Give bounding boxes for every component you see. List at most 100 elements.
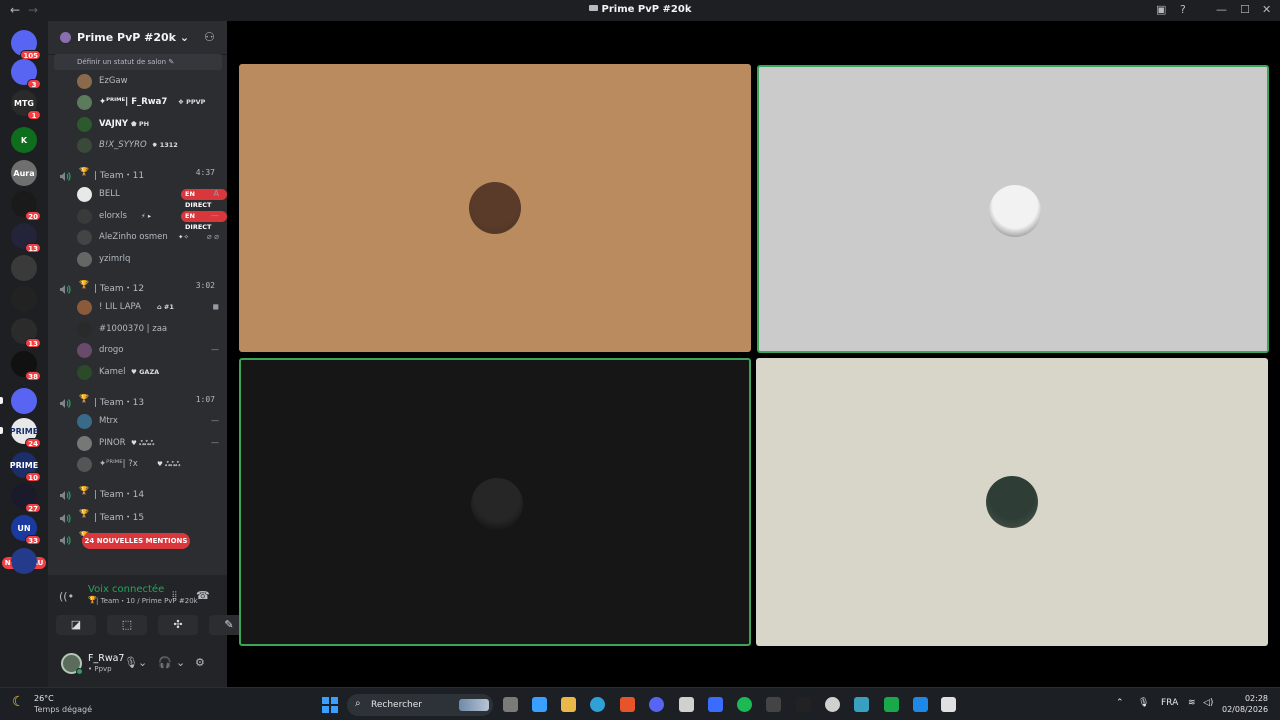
- member-row[interactable]: BELL EN DIRECT A: [77, 186, 227, 209]
- wifi-icon[interactable]: ≋: [1188, 698, 1196, 708]
- voice-channel[interactable]: 🏆 | Team・12 3:02: [48, 277, 227, 295]
- edge-icon[interactable]: [590, 697, 605, 712]
- app-icon[interactable]: [854, 697, 869, 712]
- voice-location[interactable]: 🏆 | Team・10 / Prime PvP #20k: [88, 596, 198, 606]
- channel-timer: 1:07: [195, 395, 215, 404]
- server-icon[interactable]: MTG 1: [11, 90, 41, 120]
- voice-channel[interactable]: 🏆 | Team・15: [48, 506, 227, 524]
- disconnect-icon[interactable]: ☎: [196, 589, 210, 602]
- inbox-icon[interactable]: ▣: [1156, 3, 1166, 16]
- app-icon[interactable]: [941, 697, 956, 712]
- discord-icon[interactable]: [649, 697, 664, 712]
- spotify-icon[interactable]: [737, 697, 752, 712]
- server-icon[interactable]: 13: [11, 318, 41, 348]
- gear-icon[interactable]: ⚙: [195, 656, 205, 669]
- participant-tile[interactable]: [239, 64, 751, 352]
- member-row[interactable]: ✦ᴾᴿᴵᴹᴱ| F_Rwa7 ❖ PPVP: [77, 94, 227, 112]
- member-name: Kamel: [99, 366, 126, 377]
- unread-badge: 24: [25, 438, 41, 448]
- server-icon[interactable]: [11, 548, 37, 574]
- member-name: ! LIL LAPA: [99, 302, 141, 312]
- volume-icon[interactable]: ◁): [1203, 698, 1213, 708]
- member-row[interactable]: drogo —: [77, 342, 227, 360]
- member-tag: ⚡ ▸: [141, 211, 152, 220]
- file-explorer-icon[interactable]: [561, 697, 576, 712]
- noise-suppression-icon[interactable]: ⦙⦙: [172, 589, 177, 603]
- invite-icon[interactable]: ⚇: [204, 30, 215, 44]
- chevron-down-icon[interactable]: ⌄: [138, 656, 147, 669]
- server-icon[interactable]: PRIME 24: [0, 418, 41, 448]
- server-icon[interactable]: 27: [11, 483, 41, 513]
- headphones-icon[interactable]: 🎧: [158, 656, 172, 669]
- server-icon[interactable]: [11, 286, 37, 312]
- clock-time[interactable]: 02:28: [1222, 694, 1268, 703]
- new-mentions-badge[interactable]: 24 NOUVELLES MENTIONS: [82, 533, 190, 549]
- app-icon[interactable]: [884, 697, 899, 712]
- member-row[interactable]: EzGaw: [77, 73, 227, 91]
- status-icons: —: [211, 437, 219, 447]
- signal-icon[interactable]: ((•: [59, 590, 74, 603]
- clock-date[interactable]: 02/08/2026: [1222, 705, 1268, 714]
- help-icon[interactable]: ?: [1180, 3, 1186, 16]
- member-row[interactable]: ✦ᴾᴿᴵᴹᴱ| ?x ♥ ஃஃஃ: [77, 456, 227, 474]
- participant-tile[interactable]: [756, 358, 1268, 646]
- start-button[interactable]: [322, 697, 338, 713]
- member-name: drogo: [99, 345, 124, 355]
- voice-channel[interactable]: 🏆 | Team・11 4:37: [48, 164, 227, 182]
- minimize-button[interactable]: —: [1216, 3, 1227, 16]
- avatar: [77, 300, 92, 315]
- member-row[interactable]: PINOR ♥ ஃஃஃ —: [77, 435, 227, 453]
- voice-connected-label[interactable]: Voix connectée: [88, 584, 164, 595]
- server-icon[interactable]: 105: [11, 30, 41, 60]
- avatar: [77, 435, 92, 451]
- server-icon[interactable]: [0, 388, 37, 414]
- server-icon[interactable]: 3: [11, 59, 41, 89]
- member-row[interactable]: B!X_SYYRO ✸ 1312: [77, 137, 227, 155]
- server-icon[interactable]: [11, 255, 37, 281]
- task-view-icon[interactable]: [503, 697, 518, 712]
- participant-tile[interactable]: [757, 65, 1269, 353]
- member-row[interactable]: ! LIL LAPA ⌂ #1 ◼: [77, 299, 227, 317]
- trophy-icon: 🏆: [79, 394, 89, 403]
- server-icon[interactable]: 13: [11, 223, 41, 253]
- taskbar-search[interactable]: ⌕ Rechercher: [347, 694, 493, 716]
- member-row[interactable]: #1000370 | zaa: [77, 321, 227, 339]
- copilot-icon[interactable]: [532, 697, 547, 712]
- screen-share-button[interactable]: ⬚: [107, 615, 147, 635]
- server-icon[interactable]: K: [11, 127, 37, 153]
- member-row[interactable]: VAJNY ⬟ PH: [77, 116, 227, 134]
- app-icon[interactable]: [766, 697, 781, 712]
- server-icon[interactable]: 20: [11, 191, 41, 221]
- microphone-icon[interactable]: 🎙: [124, 656, 138, 669]
- app-icon[interactable]: [708, 697, 723, 712]
- app-icon[interactable]: [679, 697, 694, 712]
- server-icon[interactable]: 38: [11, 351, 41, 381]
- maximize-button[interactable]: ☐: [1240, 3, 1250, 16]
- chatgpt-icon[interactable]: [825, 697, 840, 712]
- chevron-up-icon[interactable]: ⌃: [1116, 698, 1124, 708]
- server-icon[interactable]: PRIME 10: [10, 452, 41, 482]
- app-icon[interactable]: [796, 697, 811, 712]
- member-name: PINOR: [99, 437, 126, 448]
- voice-channel[interactable]: 🏆 | Team・13 1:07: [48, 391, 227, 409]
- chevron-down-icon[interactable]: ⌄: [176, 656, 185, 669]
- guild-header[interactable]: Prime PvP #20k ⌄ ⚇: [48, 21, 227, 55]
- member-row[interactable]: AleZinho osmen ✦✧ ⌀ ⌀: [77, 229, 227, 247]
- server-icon[interactable]: Aura: [11, 160, 37, 186]
- microphone-icon[interactable]: 🎙: [1138, 698, 1149, 708]
- member-row[interactable]: elorxls ⚡ ▸ EN DIRECT —: [77, 208, 227, 231]
- username[interactable]: F_Rwa7: [88, 653, 124, 664]
- camera-off-button[interactable]: ◪: [56, 615, 96, 635]
- set-channel-status[interactable]: Définir un statut de salon ✎: [54, 54, 222, 70]
- language-indicator[interactable]: FRA: [1161, 698, 1178, 708]
- server-icon[interactable]: UN 33: [11, 515, 41, 545]
- notepad-icon[interactable]: [913, 697, 928, 712]
- close-button[interactable]: ✕: [1262, 3, 1271, 16]
- member-row[interactable]: yzimrlq: [77, 251, 227, 269]
- member-row[interactable]: Mtrx —: [77, 413, 227, 431]
- member-row[interactable]: Kamel ♥ GAZA: [77, 364, 227, 382]
- activities-button[interactable]: ✣: [158, 615, 198, 635]
- voice-channel[interactable]: 🏆 | Team・14: [48, 483, 227, 501]
- brave-icon[interactable]: [620, 697, 635, 712]
- participant-tile[interactable]: [239, 358, 751, 646]
